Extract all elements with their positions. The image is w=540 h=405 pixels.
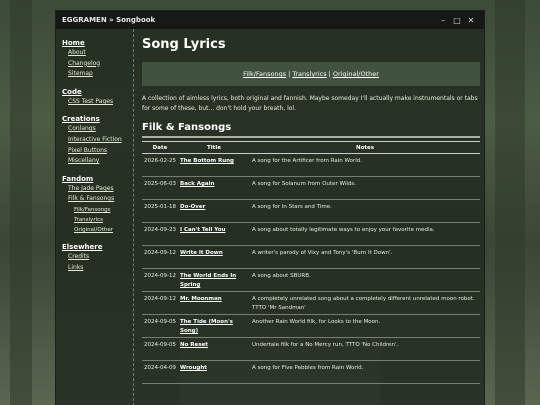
intro-text: A collection of aimless lyrics, both ori… — [142, 95, 478, 113]
browser-window: EGGRAMEN » Songbook – □ ✕ Home About Cha… — [55, 10, 485, 405]
link-original-other[interactable]: Original/Other — [333, 70, 379, 78]
link-filk-fansongs[interactable]: Filk/Fansongs — [243, 70, 286, 78]
cell-date: 2024-09-23 — [142, 222, 178, 247]
main-content: Song Lyrics Filk/Fansongs | Translyrics … — [142, 29, 480, 385]
nav-item-about[interactable]: About — [68, 49, 133, 57]
cell-notes: A song for the Artificer from Rain World… — [250, 153, 480, 178]
nav-item-css-test-pages[interactable]: CSS Test Pages — [68, 98, 133, 106]
nav-item-conlangs[interactable]: Conlangs — [68, 126, 133, 133]
table-row: 2024-09-23 I Can't Tell You A song about… — [142, 222, 480, 247]
nav-subitem-filk-fansongs[interactable]: Filk/Fansongs — [74, 207, 133, 213]
nav-group-fandom: Fandom The Jade Pages Filk & Fansongs Fi… — [62, 175, 133, 233]
table-row: 2024-09-12 Write It Down A writer's paro… — [142, 245, 480, 270]
column-header-notes: Notes — [250, 141, 480, 155]
table-row: 2024-09-05 No Reset Undertale filk for a… — [142, 337, 480, 362]
cell-notes: A song for Solanum from Outer Wilds. — [250, 176, 480, 201]
background-tree — [10, 0, 32, 405]
nav-item-miscellany[interactable]: Miscellany — [68, 158, 133, 165]
cell-title-link[interactable]: The Bottom Rung — [178, 153, 250, 178]
window-title: EGGRAMEN » Songbook — [62, 16, 156, 24]
cell-title-link[interactable]: The Tide (Moon's Song) — [178, 314, 250, 339]
cell-notes: A song about SBURB. — [250, 268, 480, 293]
table-row: 2026-02-25 The Bottom Rung A song for th… — [142, 153, 480, 178]
cell-title-link[interactable]: I Can't Tell You — [178, 222, 250, 247]
link-translyrics[interactable]: Translyrics — [292, 70, 326, 78]
cell-date: 2024-09-12 — [142, 291, 178, 316]
nav-group-elsewhere: Elsewhere Credits Links — [62, 243, 133, 271]
cell-date: 2026-02-25 — [142, 153, 178, 178]
close-icon[interactable]: ✕ — [464, 16, 478, 25]
cell-title-link[interactable]: Back Again — [178, 176, 250, 201]
nav-heading-creations[interactable]: Creations — [62, 115, 133, 123]
nav-item-sitemap[interactable]: Sitemap — [68, 71, 133, 78]
nav-subitem-translyrics[interactable]: Translyrics — [74, 217, 133, 223]
column-header-date: Date — [142, 141, 178, 155]
section-links: Filk/Fansongs | Translyrics | Original/O… — [142, 62, 480, 86]
minimize-icon[interactable]: – — [436, 16, 450, 25]
nav-heading-code[interactable]: Code — [62, 88, 133, 96]
sidebar-nav: Home About Changelog Sitemap Code CSS Te… — [56, 29, 134, 405]
nav-item-links[interactable]: Links — [68, 264, 133, 272]
title-bar: EGGRAMEN » Songbook – □ ✕ — [56, 11, 484, 29]
table-row: 2024-04-09 Wrought A song for Five Pebbl… — [142, 360, 480, 385]
cell-title-link[interactable]: No Reset — [178, 337, 250, 362]
nav-item-pixel-buttons[interactable]: Pixel Buttons — [68, 147, 133, 155]
page-title: Song Lyrics — [142, 37, 226, 52]
cell-date: 2025-06-03 — [142, 176, 178, 201]
cell-date: 2024-04-09 — [142, 360, 178, 385]
cell-date: 2024-09-05 — [142, 337, 178, 362]
nav-item-credits[interactable]: Credits — [68, 253, 133, 261]
section-heading: Filk & Fansongs — [142, 122, 480, 139]
link-separator: | — [288, 70, 291, 78]
cell-notes: Undertale filk for a No Mercy run, TTTO … — [250, 337, 480, 362]
nav-heading-home[interactable]: Home — [62, 39, 133, 47]
nav-item-changelog[interactable]: Changelog — [68, 60, 133, 68]
cell-date: 2024-09-05 — [142, 314, 178, 339]
background-tree — [495, 0, 525, 405]
cell-notes: A song about totally legitimate ways to … — [250, 222, 480, 247]
nav-group-code: Code CSS Test Pages — [62, 88, 133, 106]
cell-title-link[interactable]: Write It Down — [178, 245, 250, 270]
table-row: 2025-01-18 Do-Over A song for In Stars a… — [142, 199, 480, 224]
cell-date: 2024-09-12 — [142, 268, 178, 293]
nav-heading-elsewhere[interactable]: Elsewhere — [62, 243, 133, 251]
cell-notes: Another Rain World filk, for Looks to th… — [250, 314, 480, 339]
table-row: 2025-06-03 Back Again A song for Solanum… — [142, 176, 480, 201]
table-header-row: Date Title Notes — [142, 141, 480, 155]
cell-title-link[interactable]: Wrought — [178, 360, 250, 385]
nav-subitem-original-other[interactable]: Original/Other — [74, 227, 133, 233]
cell-title-link[interactable]: Do-Over — [178, 199, 250, 224]
nav-heading-fandom[interactable]: Fandom — [62, 175, 133, 183]
cell-date: 2025-01-18 — [142, 199, 178, 224]
cell-date: 2024-09-12 — [142, 245, 178, 270]
nav-group-creations: Creations Conlangs Interactive Fiction P… — [62, 115, 133, 164]
table-row: 2024-09-12 The World Ends In Spring A so… — [142, 268, 480, 293]
nav-item-filk-fansongs[interactable]: Filk & Fansongs — [68, 196, 133, 203]
cell-notes: A song for Five Pebbles from Rain World. — [250, 360, 480, 385]
link-separator: | — [328, 70, 331, 78]
nav-group-home: Home About Changelog Sitemap — [62, 39, 133, 78]
cell-notes: A song for In Stars and Time. — [250, 199, 480, 224]
maximize-icon[interactable]: □ — [450, 16, 464, 25]
cell-title-link[interactable]: Mr. Moonman — [178, 291, 250, 316]
table-row: 2024-09-05 The Tide (Moon's Song) Anothe… — [142, 314, 480, 339]
cell-notes: A writer's parody of Vixy and Tony's 'Bu… — [250, 245, 480, 270]
cell-title-link[interactable]: The World Ends In Spring — [178, 268, 250, 293]
table-row: 2024-09-12 Mr. Moonman A completely unre… — [142, 291, 480, 316]
cell-notes: A completely unrelated song about a comp… — [250, 291, 480, 316]
nav-item-jade-pages[interactable]: The Jade Pages — [68, 185, 133, 193]
songs-table: Date Title Notes 2026-02-25 The Bottom R… — [142, 141, 480, 385]
column-header-title: Title — [178, 141, 250, 155]
nav-item-interactive-fiction[interactable]: Interactive Fiction — [68, 136, 133, 144]
